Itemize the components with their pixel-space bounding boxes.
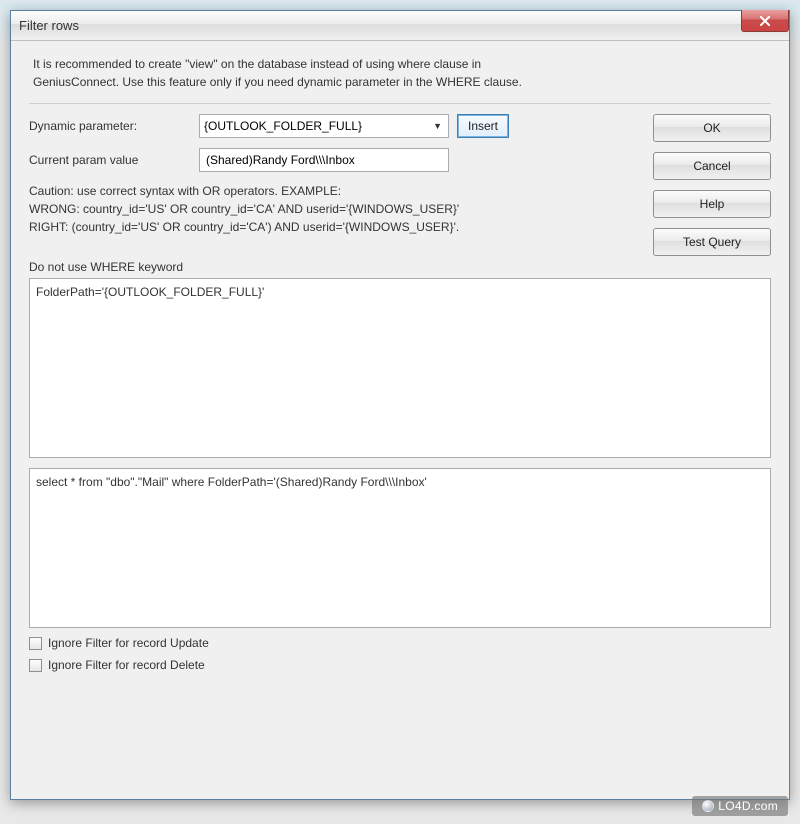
current-param-input[interactable]: (Shared)Randy Ford\\\Inbox <box>199 148 449 172</box>
close-icon <box>759 16 771 26</box>
caution-text: Caution: use correct syntax with OR oper… <box>29 182 639 236</box>
ignore-update-row[interactable]: Ignore Filter for record Update <box>29 636 771 650</box>
ignore-delete-checkbox[interactable] <box>29 659 42 672</box>
ignore-update-checkbox[interactable] <box>29 637 42 650</box>
current-param-value: (Shared)Randy Ford\\\Inbox <box>206 153 355 167</box>
ok-button[interactable]: OK <box>653 114 771 142</box>
recommend-text: It is recommended to create "view" on th… <box>29 55 771 101</box>
ignore-delete-row[interactable]: Ignore Filter for record Delete <box>29 658 771 672</box>
divider <box>29 103 771 104</box>
filter-textarea[interactable] <box>29 278 771 458</box>
insert-button[interactable]: Insert <box>457 114 509 138</box>
dynamic-param-label: Dynamic parameter: <box>29 119 199 133</box>
help-button[interactable]: Help <box>653 190 771 218</box>
left-column: Dynamic parameter: {OUTLOOK_FOLDER_FULL}… <box>29 114 639 256</box>
current-param-label: Current param value <box>29 153 199 167</box>
recommend-line2: GeniusConnect. Use this feature only if … <box>33 73 767 91</box>
query-textarea[interactable] <box>29 468 771 628</box>
globe-icon <box>702 800 714 812</box>
watermark-text: LO4D.com <box>718 799 778 813</box>
dialog-window: Filter rows It is recommended to create … <box>10 10 790 800</box>
no-where-label: Do not use WHERE keyword <box>29 260 771 274</box>
watermark-badge: LO4D.com <box>692 796 788 816</box>
chevron-down-icon: ▼ <box>431 121 444 131</box>
close-button[interactable] <box>741 10 789 32</box>
dialog-content: It is recommended to create "view" on th… <box>11 41 789 799</box>
caution-line3: RIGHT: (country_id='US' OR country_id='C… <box>29 218 639 236</box>
cancel-button[interactable]: Cancel <box>653 152 771 180</box>
ignore-update-label: Ignore Filter for record Update <box>48 636 209 650</box>
caution-line1: Caution: use correct syntax with OR oper… <box>29 182 639 200</box>
window-title: Filter rows <box>19 18 79 33</box>
current-param-row: Current param value (Shared)Randy Ford\\… <box>29 148 639 172</box>
ignore-delete-label: Ignore Filter for record Delete <box>48 658 205 672</box>
right-column: OK Cancel Help Test Query <box>653 114 771 256</box>
recommend-line1: It is recommended to create "view" on th… <box>33 55 767 73</box>
titlebar[interactable]: Filter rows <box>11 11 789 41</box>
test-query-button[interactable]: Test Query <box>653 228 771 256</box>
dynamic-param-row: Dynamic parameter: {OUTLOOK_FOLDER_FULL}… <box>29 114 639 138</box>
dynamic-param-combo[interactable]: {OUTLOOK_FOLDER_FULL} ▼ <box>199 114 449 138</box>
dynamic-param-value: {OUTLOOK_FOLDER_FULL} <box>204 119 431 133</box>
caution-line2: WRONG: country_id='US' OR country_id='CA… <box>29 200 639 218</box>
